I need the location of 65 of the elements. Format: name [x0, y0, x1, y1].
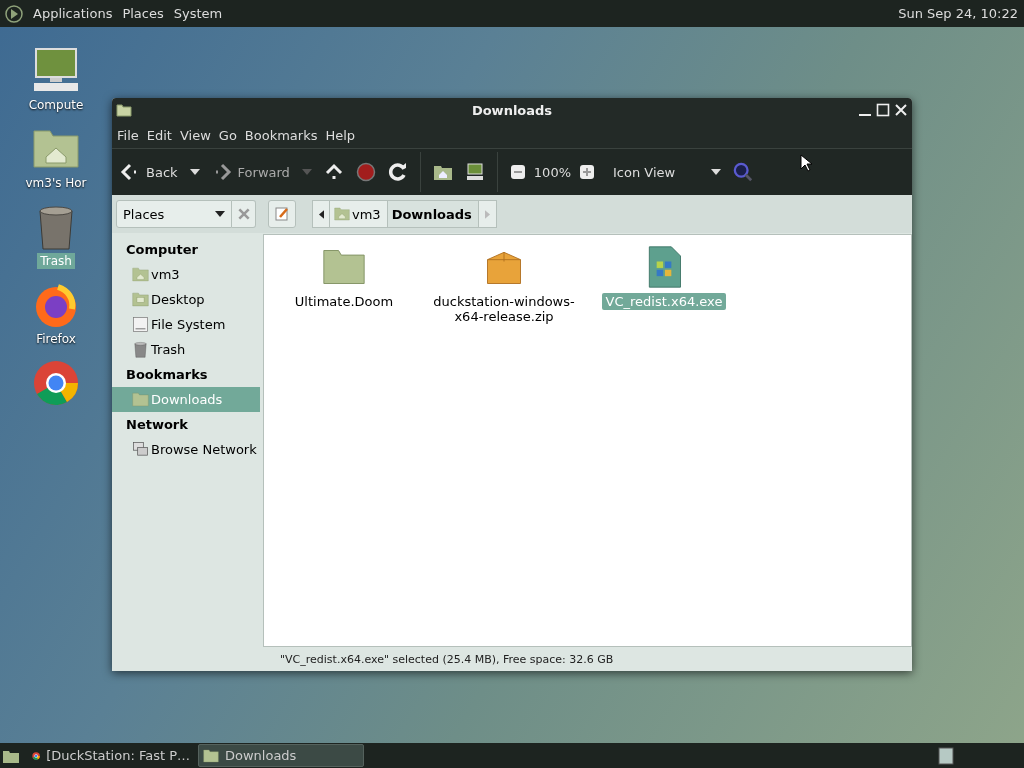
- sidebar-heading: Computer: [125, 241, 200, 259]
- close-icon[interactable]: [894, 103, 908, 117]
- menu-item[interactable]: Go: [215, 127, 240, 143]
- menu-item[interactable]: Help: [322, 127, 359, 143]
- workspace-switcher-icon[interactable]: [938, 746, 954, 765]
- path-scroll-left-button[interactable]: [312, 200, 330, 228]
- drive-icon: [132, 316, 149, 333]
- view-dropdown[interactable]: Icon View: [613, 164, 721, 180]
- search-icon[interactable]: [733, 162, 753, 182]
- left-triangle-icon: [318, 209, 324, 219]
- panel-menu[interactable]: Applications: [32, 6, 114, 21]
- caret-icon: [711, 169, 721, 175]
- taskbar-button[interactable]: [DuckStation: Fast P…: [28, 744, 194, 767]
- zoom-out-icon[interactable]: [509, 164, 526, 180]
- maximize-icon[interactable]: [876, 103, 890, 117]
- desktop-folder-icon: [132, 291, 149, 308]
- panel-menu[interactable]: System: [172, 6, 224, 21]
- desktop-icon-label[interactable]: vm3's Hor: [22, 175, 90, 191]
- desktop-icon-label[interactable]: Compute: [25, 97, 87, 113]
- home-folder-icon: [334, 206, 350, 222]
- path-button[interactable]: Downloads: [387, 200, 479, 228]
- mouse-pointer-icon: [800, 154, 812, 172]
- close-icon: [236, 207, 251, 221]
- edit-location-button[interactable]: [268, 200, 296, 228]
- menu-item[interactable]: File: [114, 127, 142, 143]
- sidebar-item[interactable]: Desktop: [112, 287, 260, 312]
- right-triangle-icon: [484, 209, 490, 219]
- menu-logo-icon[interactable]: [4, 3, 24, 24]
- folder-icon: [116, 103, 132, 117]
- sidebar-item[interactable]: File System: [112, 312, 260, 337]
- file-name[interactable]: Ultimate.Doom: [290, 293, 398, 310]
- zoom-in-icon[interactable]: [579, 164, 595, 180]
- menu-item[interactable]: Edit: [143, 127, 175, 143]
- taskbar-button[interactable]: Downloads: [198, 744, 364, 767]
- menu-item[interactable]: View: [176, 127, 214, 143]
- sidebar-item[interactable]: vm3: [112, 262, 260, 287]
- computer-icon[interactable]: [464, 162, 485, 182]
- home-folder-icon: [132, 266, 149, 283]
- folder-icon: [203, 747, 219, 764]
- sidebar-heading: Network: [125, 416, 189, 434]
- stop-icon[interactable]: [355, 162, 376, 182]
- desktop-icon-label[interactable]: Firefox: [33, 331, 79, 347]
- menu-item[interactable]: Bookmarks: [241, 127, 321, 143]
- file-name[interactable]: duckstation-windows-x64-release.zip: [429, 293, 579, 325]
- forward-button[interactable]: Forward: [211, 162, 290, 182]
- sidebar-item[interactable]: Browse Network: [112, 437, 260, 462]
- reload-icon[interactable]: [387, 162, 408, 182]
- panel-menu[interactable]: Places: [121, 6, 165, 21]
- caret-icon: [215, 211, 225, 217]
- trash-icon: [132, 341, 149, 358]
- folder-icon: [132, 391, 149, 408]
- zoom-level: 100%: [533, 164, 571, 180]
- back-button[interactable]: Back: [120, 162, 178, 182]
- status-text: "VC_redist.x64.exe" selected (25.4 MB), Free space: 32.6 GB: [280, 652, 614, 666]
- caret-icon[interactable]: [189, 169, 200, 175]
- sidebar-item[interactable]: Trash: [112, 337, 260, 362]
- clock[interactable]: Sun Sep 24, 10:22: [898, 6, 1018, 21]
- window-title: Downloads: [471, 102, 553, 118]
- places-dropdown[interactable]: Places: [116, 200, 232, 228]
- sidebar-heading: Bookmarks: [125, 366, 209, 384]
- up-arrow-icon[interactable]: [323, 162, 344, 182]
- chrome-icon[interactable]: [32, 359, 80, 407]
- network-icon: [132, 441, 149, 458]
- edit-icon: [275, 207, 289, 221]
- path-button[interactable]: vm3: [330, 200, 388, 228]
